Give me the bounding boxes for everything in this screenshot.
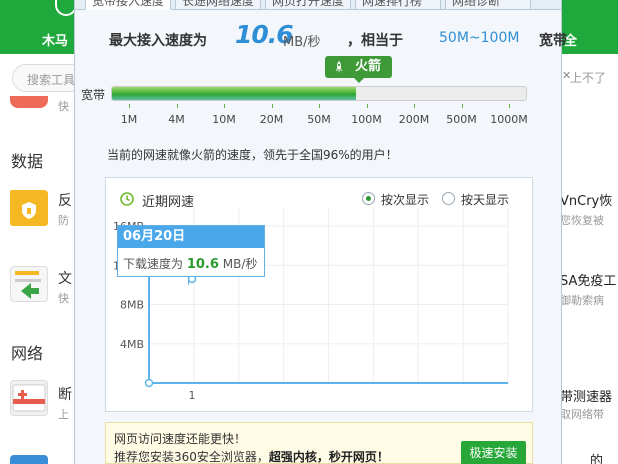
tool-name-restore[interactable]: 文 (58, 268, 72, 288)
scale-tick (176, 104, 178, 108)
tool-desc-nsa: 御勒索病 (560, 294, 604, 307)
scale-tick-label: 1000M (490, 113, 528, 126)
right-top-text: 上不了 (570, 71, 607, 85)
scale-tick-label: 100M (351, 113, 382, 126)
tool-name-defense[interactable]: 反 (58, 190, 72, 210)
tool-name-wannacry[interactable]: VnCry恢 (560, 190, 612, 209)
scale-tick-label: 20M (259, 113, 284, 126)
tab-speed-ranking[interactable]: 网速排行榜 (355, 0, 441, 10)
header-tab-trojan[interactable]: 木马 (42, 30, 68, 49)
scale-tick (319, 104, 320, 108)
scale-tick-label: 10M (212, 113, 236, 126)
scale-tick-label: 1M (120, 113, 138, 126)
speed-summary: 最大接入速度为 10.6 MB/秒 ，相当于 50M~100M 宽带 (109, 20, 567, 54)
tooltip-pointer (188, 277, 189, 285)
equiv-suffix: 宽带 (539, 33, 567, 49)
scale-tick-label: 200M (398, 113, 430, 126)
badge-label: 火箭 (355, 59, 382, 74)
scale-tick (129, 104, 130, 108)
tool-icon-partial-bottom (10, 455, 48, 464)
tool-desc-speedtest: 取网络带 (560, 408, 604, 421)
tooltip-prefix: 下载速度为 (123, 257, 184, 271)
y-tick-label: 8MB (120, 299, 144, 312)
tab-broadband-speed[interactable]: 宽带接入速度 (85, 0, 171, 10)
tool-name-speedtest[interactable]: 带测速器 (560, 386, 612, 405)
speed-label: 最大接入速度为 (109, 33, 207, 49)
section-title-network: 网络 (11, 344, 44, 363)
scale-tick (414, 104, 415, 108)
tool-desc: 快 (58, 100, 69, 113)
tool-icon-partial (10, 96, 48, 108)
speed-scale-bar (111, 86, 527, 101)
speed-line-plot: 4MB8MB12MB16MB1 (113, 208, 509, 402)
network-repair-icon[interactable] (10, 380, 48, 416)
tooltip-unit: MB/秒 (222, 257, 258, 271)
tooltip-value: 10.6 (186, 257, 219, 272)
browser-promo-banner: 网页访问速度还能更快！ 推荐您安装360安全浏览器，超强内核，秒开网页！ 极速安… (105, 422, 533, 464)
file-restore-icon[interactable] (10, 266, 48, 302)
search-placeholder: 搜索工具 (27, 73, 76, 87)
tool-desc-wannacry: 您恢复被 (560, 214, 604, 227)
scale-tick-label: 4M (168, 113, 185, 126)
promo-text-prefix: 推荐您安装360安全浏览器， (114, 450, 269, 464)
x-tick-label: 1 (189, 389, 196, 402)
y-tick-label: 4MB (120, 338, 144, 351)
tooltip-date: 06月20日 (118, 226, 264, 248)
tooltip-body: 下载速度为 10.6 MB/秒 (123, 255, 257, 272)
tool-name-repair[interactable]: 断 (58, 384, 72, 404)
tab-long-distance[interactable]: 长途网络速度 (175, 0, 261, 10)
speed-scale-ticks: 1M 4M 10M 20M 50M 100M 200M 500M 1000M (111, 104, 528, 128)
close-icon[interactable]: ✕ (562, 69, 571, 82)
equiv-range: 50M~100M (439, 30, 520, 46)
tab-network-diagnose[interactable]: 网络诊断 (445, 0, 531, 10)
scale-tick (366, 104, 368, 108)
tool-name-partial: 的 (590, 454, 604, 464)
scale-tick-label: 500M (446, 113, 477, 126)
tool-desc-restore: 快 (58, 292, 69, 305)
equiv-label: ，相当于 (347, 33, 403, 49)
tab-web-open-speed[interactable]: 网页打开速度 (265, 0, 351, 10)
bandwidth-label: 宽带 (81, 88, 106, 102)
badge-pointer (354, 78, 364, 83)
data-point-tooltip: 06月20日 下载速度为 10.6 MB/秒 (117, 225, 265, 285)
speed-test-dialog: 宽带接入速度 长途网络速度 网页打开速度 网速排行榜 网络诊断 最大接入速度为 … (74, 0, 567, 464)
speed-unit: MB/秒 (283, 35, 321, 50)
promo-text: 推荐您安装360安全浏览器，超强内核，秒开网页！ (114, 448, 389, 464)
scale-tick (509, 104, 510, 108)
rocket-icon (335, 61, 343, 73)
folder-lock-icon[interactable] (10, 190, 48, 226)
comparison-text: 当前的网速就像火箭的速度，领先于全国96%的用户！ (107, 148, 398, 162)
tool-name-nsa[interactable]: SA免疫工 (560, 270, 616, 289)
speed-scale-fill (112, 87, 357, 100)
speed-level-badge: 火箭 (325, 56, 392, 83)
tool-desc-defense: 防 (58, 214, 69, 227)
origin-point (144, 378, 154, 388)
scale-tick-label: 50M (307, 113, 331, 126)
recent-speed-chart: 近期网速 按次显示 按天显示 4MB8MB12MB16MB1 (105, 177, 533, 412)
tab-strip: 宽带接入速度 长途网络速度 网页打开速度 网速排行榜 网络诊断 (75, 0, 561, 10)
scale-tick (461, 104, 463, 108)
promo-headline: 网页访问速度还能更快！ (114, 432, 247, 446)
promo-text-bold: 超强内核，秒开网页！ (268, 450, 389, 464)
section-title-data: 数据 (11, 152, 44, 171)
scale-tick (271, 104, 273, 108)
tool-desc-repair: 上 (58, 408, 69, 421)
scale-tick (224, 104, 225, 108)
quick-install-button[interactable]: 极速安装 (461, 441, 526, 464)
